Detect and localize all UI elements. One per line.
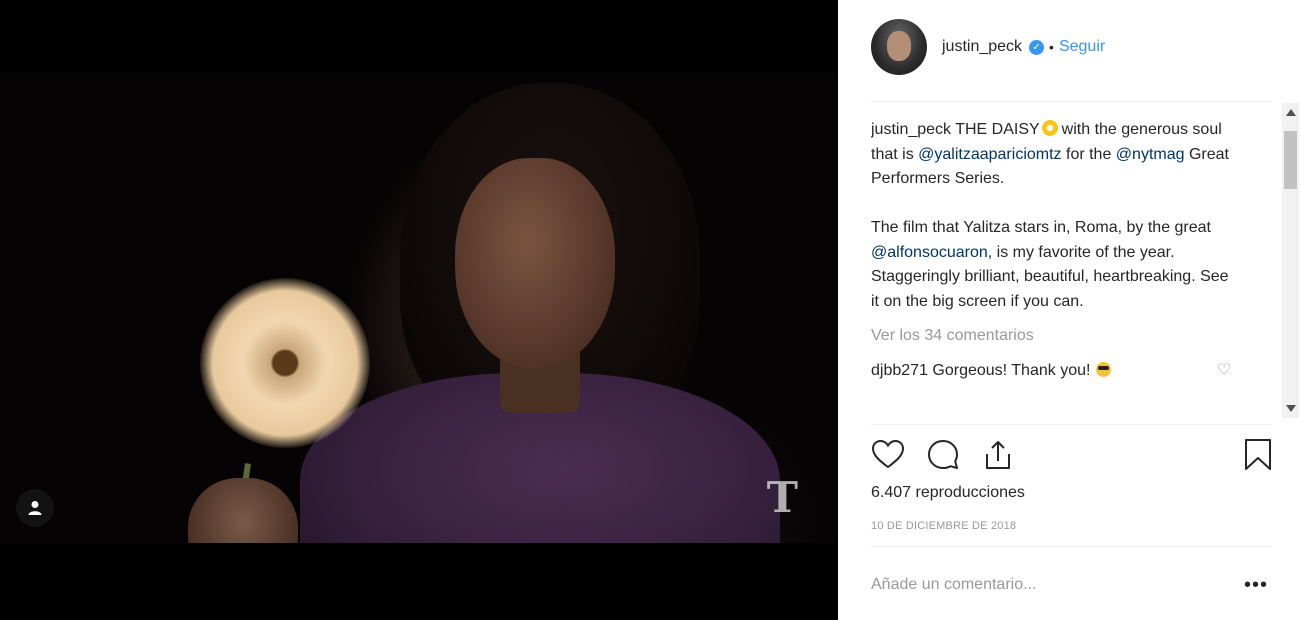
verified-badge-icon: ✓ xyxy=(1029,39,1045,55)
comment-like-icon[interactable]: ♡ xyxy=(1215,359,1233,384)
more-options-button[interactable]: ••• xyxy=(1240,574,1268,597)
video-scene-face xyxy=(455,158,615,368)
nyt-logo-icon: T xyxy=(766,473,798,522)
caption-username[interactable]: justin_peck xyxy=(871,121,951,138)
mention-alfonsocuaron[interactable]: @alfonsocuaron xyxy=(871,244,988,261)
action-bar xyxy=(871,438,1271,474)
caption: justin_peck THE DAISY with the generous s… xyxy=(871,118,1233,314)
comment-text: Gorgeous! Thank you! xyxy=(932,361,1091,379)
post-media[interactable]: T xyxy=(0,0,838,620)
comments-scrollbar[interactable] xyxy=(1282,103,1299,418)
follow-button[interactable]: Seguir xyxy=(1059,38,1105,56)
mention-yalitza[interactable]: @yalitzaapariciomtz xyxy=(918,146,1061,163)
avatar[interactable] xyxy=(871,19,927,75)
comment-icon[interactable] xyxy=(926,438,960,472)
post-panel: justin_peck ✓ • Seguir justin_peck THE D… xyxy=(838,0,1301,620)
mention-nytmag[interactable]: @nytmag xyxy=(1116,146,1185,163)
comment-username[interactable]: djbb271 xyxy=(871,362,928,379)
heart-icon[interactable] xyxy=(871,438,905,472)
user-tag-icon[interactable] xyxy=(16,489,54,527)
comment-item: djbb271 Gorgeous! Thank you! ♡ xyxy=(871,359,1233,384)
comment-input[interactable] xyxy=(871,576,1240,594)
post-date[interactable]: 10 DE DICIEMBRE DE 2018 xyxy=(871,520,1016,532)
scroll-down-arrow-icon[interactable] xyxy=(1286,405,1296,412)
view-count[interactable]: 6.407 reproducciones xyxy=(871,484,1025,502)
video-scene-hand xyxy=(188,478,298,543)
caption-text-1: THE DAISY xyxy=(955,121,1040,138)
divider-middle xyxy=(871,424,1271,425)
post-header: justin_peck ✓ • Seguir xyxy=(871,18,1281,76)
daisy-emoji-icon xyxy=(1041,120,1058,136)
video-scene-flower xyxy=(200,278,370,448)
divider-bottom xyxy=(871,546,1271,547)
header-username[interactable]: justin_peck xyxy=(942,38,1022,56)
divider-top xyxy=(871,101,1271,102)
comment-content: djbb271 Gorgeous! Thank you! xyxy=(871,359,1215,384)
caption-text-3: for the xyxy=(1061,145,1116,163)
video-player[interactable]: T xyxy=(0,73,838,543)
add-comment-form: ••• xyxy=(871,572,1268,598)
comments-list[interactable]: justin_peck THE DAISY with the generous s… xyxy=(871,118,1233,414)
view-all-comments-link[interactable]: Ver los 34 comentarios xyxy=(871,324,1233,349)
share-icon[interactable] xyxy=(981,438,1015,472)
separator-dot: • xyxy=(1049,39,1054,55)
scroll-up-arrow-icon[interactable] xyxy=(1286,109,1296,116)
cool-emoji-icon xyxy=(1096,361,1112,377)
bookmark-icon[interactable] xyxy=(1241,438,1275,472)
scroll-thumb[interactable] xyxy=(1284,131,1297,189)
